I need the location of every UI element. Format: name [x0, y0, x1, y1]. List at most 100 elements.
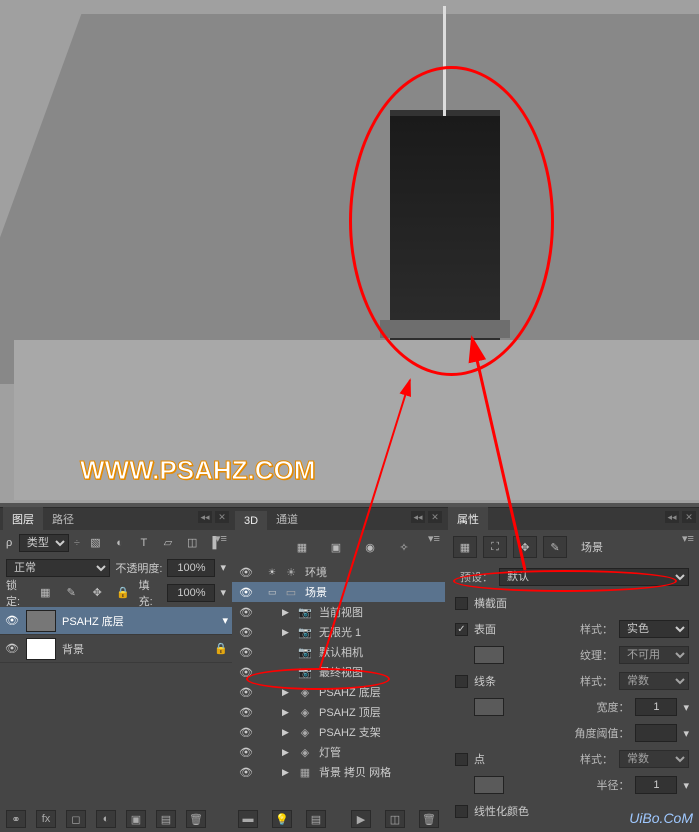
panel-menu-icon[interactable]: ▾≡: [214, 532, 228, 544]
stepper-icon[interactable]: ▾: [683, 779, 689, 792]
layer-name[interactable]: 背景: [62, 641, 84, 657]
visibility-icon[interactable]: 👁: [238, 746, 254, 759]
surface-style-select[interactable]: 实色: [619, 620, 689, 638]
fx-icon[interactable]: fx: [36, 810, 56, 828]
panel-menu-icon[interactable]: ▾≡: [681, 532, 695, 544]
tree-item[interactable]: 👁▶📷当前视图: [232, 602, 445, 622]
surface-checkbox[interactable]: ✓: [455, 623, 468, 636]
tree-item[interactable]: 👁▶◈PSAHZ 底层: [232, 682, 445, 702]
points-swatch[interactable]: [474, 776, 504, 794]
tree-item[interactable]: 👁📷最终视图: [232, 662, 445, 682]
collapse-icon[interactable]: ◂◂: [198, 511, 212, 523]
filter-adjust-icon[interactable]: ◐: [110, 532, 129, 554]
points-checkbox[interactable]: [455, 753, 468, 766]
tab-paths[interactable]: 路径: [43, 507, 83, 530]
expand-icon[interactable]: ▶: [282, 607, 291, 618]
filter-light-icon[interactable]: ✧: [393, 536, 415, 558]
coords-icon[interactable]: ✥: [513, 536, 537, 558]
visibility-icon[interactable]: 👁: [238, 626, 254, 639]
blend-mode-select[interactable]: 正常: [6, 559, 110, 577]
layer-name[interactable]: PSAHZ 底层: [62, 613, 124, 629]
filter-type-icon[interactable]: T: [134, 532, 153, 554]
tree-item[interactable]: 👁📷默认相机: [232, 642, 445, 662]
panel-menu-icon[interactable]: ▾≡: [427, 532, 441, 544]
paint-icon[interactable]: ✎: [543, 536, 567, 558]
visibility-icon[interactable]: 👁: [238, 666, 254, 679]
stepper-icon[interactable]: ▾: [683, 727, 689, 740]
close-icon[interactable]: ✕: [215, 511, 229, 523]
tree-item[interactable]: 👁▶◈PSAHZ 支架: [232, 722, 445, 742]
cross-section-checkbox[interactable]: [455, 597, 468, 610]
scene-icon[interactable]: ▦: [453, 536, 477, 558]
delete-icon[interactable]: 🗑: [186, 810, 206, 828]
expand-icon[interactable]: ▶: [282, 747, 291, 758]
layer-row[interactable]: 👁 背景 🔒: [0, 635, 232, 663]
filter-pixel-icon[interactable]: ▧: [86, 532, 105, 554]
opacity-flyout-icon[interactable]: ▾: [220, 561, 226, 574]
radius-input[interactable]: [635, 776, 677, 794]
filter-mesh-icon[interactable]: ▣: [325, 536, 347, 558]
expand-icon[interactable]: ▶: [282, 627, 291, 638]
layer-thumb[interactable]: [26, 638, 56, 660]
lock-all-icon[interactable]: 🔒: [113, 582, 134, 604]
visibility-icon[interactable]: 👁: [238, 566, 254, 579]
collapse-icon[interactable]: ◂◂: [411, 511, 425, 523]
filter-scene-icon[interactable]: ▦: [291, 536, 313, 558]
collapse-icon[interactable]: ◂◂: [665, 511, 679, 523]
lock-pos-icon[interactable]: ✥: [87, 582, 108, 604]
new-icon[interactable]: ◫: [385, 810, 405, 828]
visibility-icon[interactable]: 👁: [238, 766, 254, 779]
lines-checkbox[interactable]: [455, 675, 468, 688]
visibility-icon[interactable]: 👁: [238, 586, 254, 599]
opacity-input[interactable]: [167, 559, 215, 577]
tab-properties[interactable]: 属性: [448, 507, 488, 530]
expand-icon[interactable]: ▭: [268, 587, 277, 598]
layer-flyout-icon[interactable]: ▾: [222, 614, 228, 627]
tree-item[interactable]: 👁▶◈PSAHZ 顶层: [232, 702, 445, 722]
expand-icon[interactable]: ▶: [282, 707, 291, 718]
fill-flyout-icon[interactable]: ▾: [220, 586, 226, 599]
filter-shape-icon[interactable]: ▱: [158, 532, 177, 554]
layer-thumb[interactable]: [26, 610, 56, 632]
tree-item[interactable]: 👁☀☀环境: [232, 562, 445, 582]
mesh-icon[interactable]: ⛶: [483, 536, 507, 558]
filter-material-icon[interactable]: ◉: [359, 536, 381, 558]
filter-kind-select[interactable]: 类型: [19, 534, 69, 552]
new-obj-icon[interactable]: ▤: [306, 810, 326, 828]
preset-select[interactable]: 默认: [499, 568, 689, 586]
filter-smart-icon[interactable]: ◫: [183, 532, 202, 554]
tree-item[interactable]: 👁▭▭场景: [232, 582, 445, 602]
link-layers-icon[interactable]: ⚭: [6, 810, 26, 828]
building-model[interactable]: [390, 110, 500, 340]
visibility-icon[interactable]: 👁: [4, 614, 20, 627]
adjustment-icon[interactable]: ◐: [96, 810, 116, 828]
lock-paint-icon[interactable]: ✎: [61, 582, 82, 604]
visibility-icon[interactable]: 👁: [4, 642, 20, 655]
expand-icon[interactable]: ▶: [282, 767, 291, 778]
tree-item[interactable]: 👁▶◈灯管: [232, 742, 445, 762]
lines-swatch[interactable]: [474, 698, 504, 716]
surface-swatch[interactable]: [474, 646, 504, 664]
visibility-icon[interactable]: 👁: [238, 686, 254, 699]
new-layer-icon[interactable]: ▤: [156, 810, 176, 828]
layer-row[interactable]: 👁 PSAHZ 底层 ▾: [0, 607, 232, 635]
linearize-checkbox[interactable]: [455, 805, 468, 818]
expand-icon[interactable]: ☀: [268, 567, 277, 578]
expand-icon[interactable]: ▶: [282, 687, 291, 698]
tree-item[interactable]: 👁▶📷无限光 1: [232, 622, 445, 642]
tree-item[interactable]: 👁▶▦背景 拷贝 网格: [232, 762, 445, 782]
fill-input[interactable]: [167, 584, 215, 602]
tab-3d[interactable]: 3D: [235, 511, 267, 530]
mask-icon[interactable]: ◻: [66, 810, 86, 828]
visibility-icon[interactable]: 👁: [238, 646, 254, 659]
width-input[interactable]: [635, 698, 677, 716]
tab-channels[interactable]: 通道: [267, 507, 307, 530]
ground-icon[interactable]: ▬: [238, 810, 258, 828]
stepper-icon[interactable]: ▾: [683, 701, 689, 714]
visibility-icon[interactable]: 👁: [238, 726, 254, 739]
render-icon[interactable]: ▶: [351, 810, 371, 828]
tab-layers[interactable]: 图层: [3, 507, 43, 530]
expand-icon[interactable]: ▶: [282, 727, 291, 738]
close-icon[interactable]: ✕: [428, 511, 442, 523]
lock-trans-icon[interactable]: ▦: [35, 582, 56, 604]
